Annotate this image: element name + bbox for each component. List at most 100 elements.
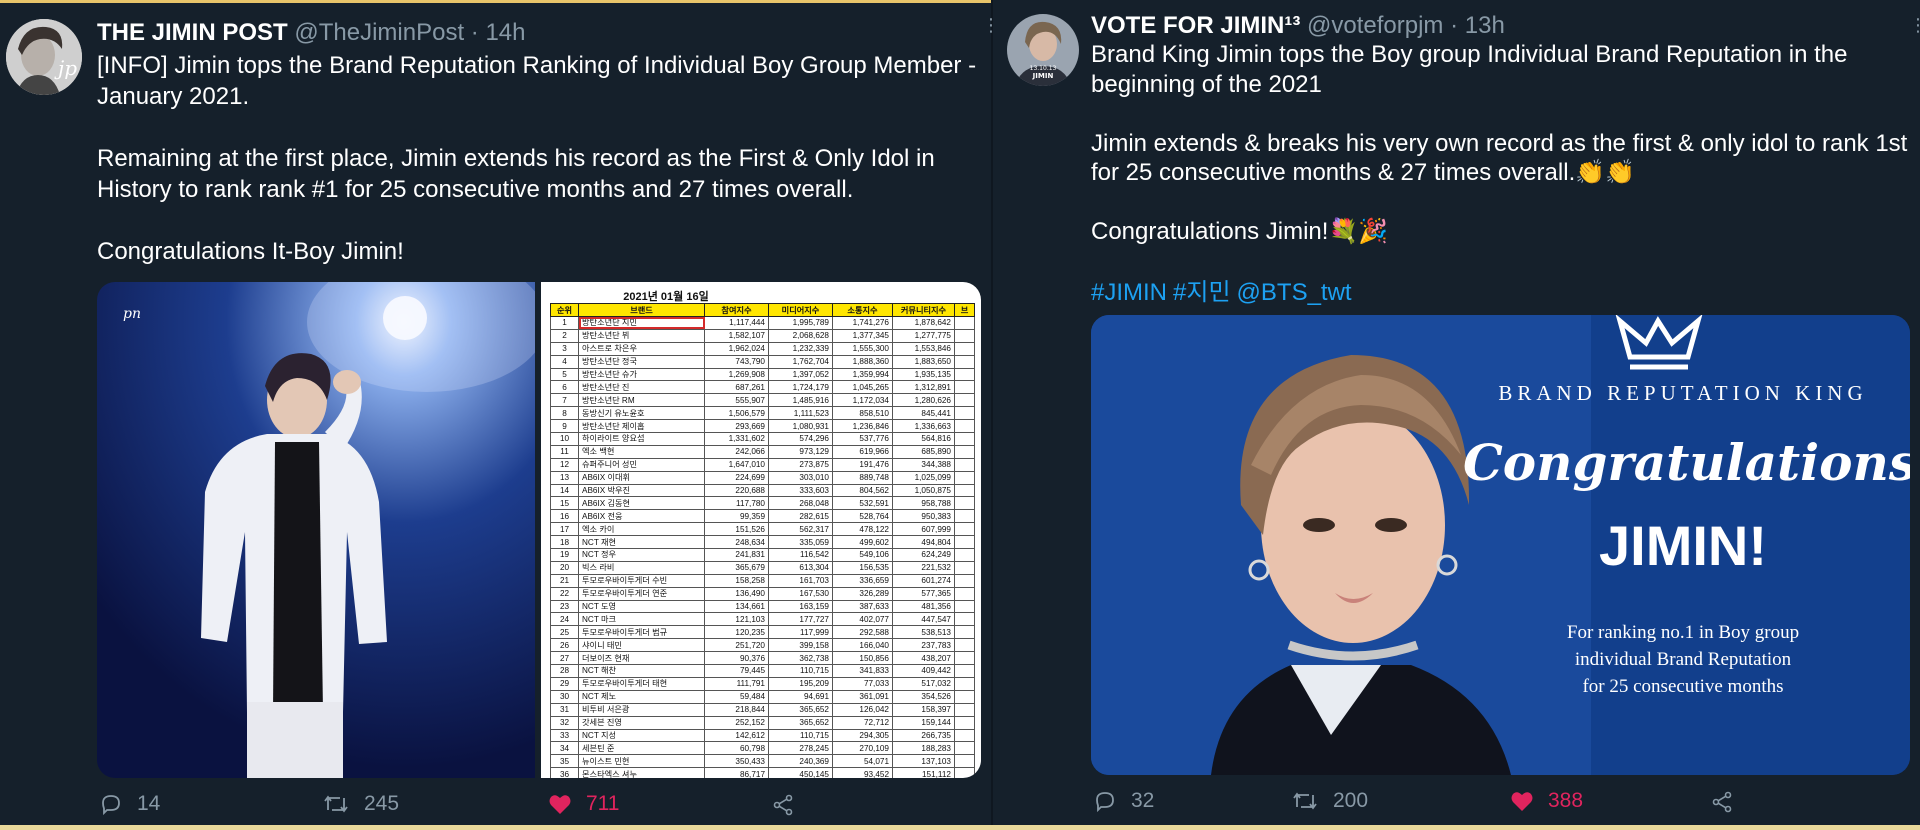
cell-communication: 166,040 — [832, 638, 893, 653]
cell-media: 303,010 — [768, 470, 833, 485]
like-count: 388 — [1548, 789, 1584, 812]
col-brand-index: 브 — [954, 303, 975, 317]
cell-brand-index — [954, 496, 975, 511]
cell-participation: 365,679 — [704, 560, 769, 575]
cell-community: 1,025,099 — [892, 470, 955, 485]
cell-brand: NCT 재현 — [578, 535, 705, 550]
table-row: 29 투모로우바이투게더 태현 111,791 195,209 77,033 517,03… — [550, 676, 975, 691]
cell-rank: 14 — [550, 483, 579, 498]
cell-participation: 158,258 — [704, 573, 769, 588]
cell-brand: 방탄소년단 슈가 — [578, 367, 705, 382]
tweet-header: VOTE FOR JIMIN¹³ @voteforpjm · 13h — [1091, 11, 1505, 41]
share-icon — [1712, 791, 1732, 813]
cell-community: 1,050,875 — [892, 483, 955, 498]
table-row: 17 엑소 카이 151,526 562,317 478,122 607,999 — [550, 522, 975, 537]
reply-button[interactable]: 32 — [1093, 789, 1154, 813]
cell-communication: 1,172,034 — [832, 393, 893, 408]
cell-rank: 27 — [550, 651, 579, 666]
ranking-table-image[interactable]: 2021년 01월 16일 순위 브랜드 참여지수 미디어지수 소통지수 커뮤니… — [541, 282, 981, 778]
cell-community: 158,397 — [892, 702, 955, 717]
display-name[interactable]: VOTE FOR JIMIN¹³ — [1091, 12, 1300, 39]
timestamp[interactable]: 14h — [485, 19, 525, 46]
share-button[interactable] — [1710, 790, 1734, 814]
cell-brand-index — [954, 328, 975, 343]
hashtag-jimin-korean[interactable]: #지민 — [1173, 279, 1231, 306]
cell-brand-index — [954, 444, 975, 459]
concert-photo[interactable]: pn — [97, 282, 535, 778]
cell-brand: NCT 제노 — [578, 689, 705, 704]
cell-brand: 방탄소년단 지민 — [578, 316, 705, 330]
retweet-icon — [1293, 792, 1317, 810]
avatar-portrait-icon: jp — [6, 19, 82, 95]
table-row: 14 AB6IX 박우진 220,688 333,603 804,562 1,050,87… — [550, 483, 975, 498]
cell-brand-index — [954, 702, 975, 717]
table-row: 2 방탄소년단 뷔 1,582,107 2,068,628 1,377,345 1,277… — [550, 328, 975, 343]
table-row: 18 NCT 재현 248,634 335,059 499,602 494,804 — [550, 535, 975, 550]
cell-media: 562,317 — [768, 522, 833, 537]
cell-rank: 18 — [550, 535, 579, 550]
like-button[interactable]: 388 — [1510, 789, 1583, 813]
retweet-button[interactable]: 200 — [1291, 789, 1368, 813]
cell-rank: 11 — [550, 444, 579, 459]
table-row: 23 NCT 도영 134,661 163,159 387,633 481,356 — [550, 599, 975, 614]
cell-brand: AB6IX 이대휘 — [578, 470, 705, 485]
cell-rank: 21 — [550, 573, 579, 588]
handle[interactable]: @TheJiminPost — [294, 19, 464, 46]
cell-media: 399,158 — [768, 638, 833, 653]
cell-participation: 241,831 — [704, 548, 769, 562]
cell-rank: 13 — [550, 470, 579, 485]
congratulations-graphic[interactable]: BRAND REPUTATION KING Congratulations JI… — [1091, 315, 1910, 775]
reply-button[interactable]: 14 — [99, 792, 160, 816]
separator-dot: · — [1450, 12, 1459, 39]
cell-participation: 121,103 — [704, 612, 769, 627]
cell-media: 163,159 — [768, 599, 833, 614]
cell-community: 601,274 — [892, 573, 955, 588]
cell-communication: 1,045,265 — [832, 380, 893, 395]
hashtags: #JIMIN #지민 @BTS_twt — [1091, 277, 1358, 308]
cell-media: 335,059 — [768, 535, 833, 550]
cell-brand: 더보이즈 현재 — [578, 651, 705, 666]
display-name[interactable]: THE JIMIN POST — [97, 19, 288, 46]
more-options-icon[interactable]: ⋮ — [1909, 16, 1920, 34]
cell-participation: 90,376 — [704, 651, 769, 666]
avatar[interactable]: 13.10.13 JIMIN — [1007, 14, 1079, 86]
cell-brand: 아스트로 차은우 — [578, 341, 705, 356]
cell-community: 1,336,663 — [892, 419, 955, 434]
cell-participation: 251,720 — [704, 638, 769, 653]
cell-community: 624,249 — [892, 548, 955, 562]
cell-rank: 12 — [550, 457, 579, 472]
like-button[interactable]: 711 — [548, 792, 619, 816]
tweet-vote-for-jimin[interactable]: 13.10.13 JIMIN VOTE FOR JIMIN¹³ @votefor… — [993, 0, 1920, 825]
col-rank: 순위 — [550, 303, 579, 317]
share-button[interactable] — [771, 793, 795, 817]
cell-brand: 방탄소년단 정국 — [578, 354, 705, 369]
table-row: 13 AB6IX 이대휘 224,699 303,010 889,748 1,025,09… — [550, 470, 975, 485]
table-row: 30 NCT 제노 59,484 94,691 361,091 354,526 — [550, 689, 975, 704]
svg-text:JIMIN: JIMIN — [1032, 72, 1054, 80]
cell-participation: 1,962,024 — [704, 341, 769, 356]
cell-participation: 99,359 — [704, 509, 769, 524]
table-row: 34 세븐틴 준 60,798 278,245 270,109 188,283 — [550, 741, 975, 756]
cell-brand: 엑소 백현 — [578, 444, 705, 459]
cell-communication: 294,305 — [832, 728, 893, 743]
cell-community: 577,365 — [892, 586, 955, 601]
cell-brand: 세븐틴 준 — [578, 741, 705, 756]
cell-communication: 270,109 — [832, 741, 893, 756]
cell-communication: 1,377,345 — [832, 328, 893, 343]
cell-brand-index — [954, 354, 975, 369]
hashtag-jimin[interactable]: #JIMIN — [1091, 279, 1167, 306]
cell-participation: 136,490 — [704, 586, 769, 601]
cell-participation: 151,526 — [704, 522, 769, 537]
cell-rank: 15 — [550, 496, 579, 511]
cell-communication: 1,236,846 — [832, 419, 893, 434]
cell-rank: 32 — [550, 715, 579, 730]
avatar[interactable]: jp — [6, 19, 82, 95]
cell-communication: 326,289 — [832, 586, 893, 601]
timestamp[interactable]: 13h — [1465, 12, 1505, 39]
mention-bts[interactable]: @BTS_twt — [1237, 279, 1352, 306]
handle[interactable]: @voteforpjm — [1307, 12, 1443, 39]
cell-rank: 1 — [550, 316, 579, 330]
tweet-the-jimin-post[interactable]: jp THE JIMIN POST @TheJiminPost · 14h ⋮ … — [0, 0, 1000, 825]
table-row: 33 NCT 지성 142,612 110,715 294,305 266,735 — [550, 728, 975, 743]
retweet-button[interactable]: 245 — [322, 792, 399, 816]
